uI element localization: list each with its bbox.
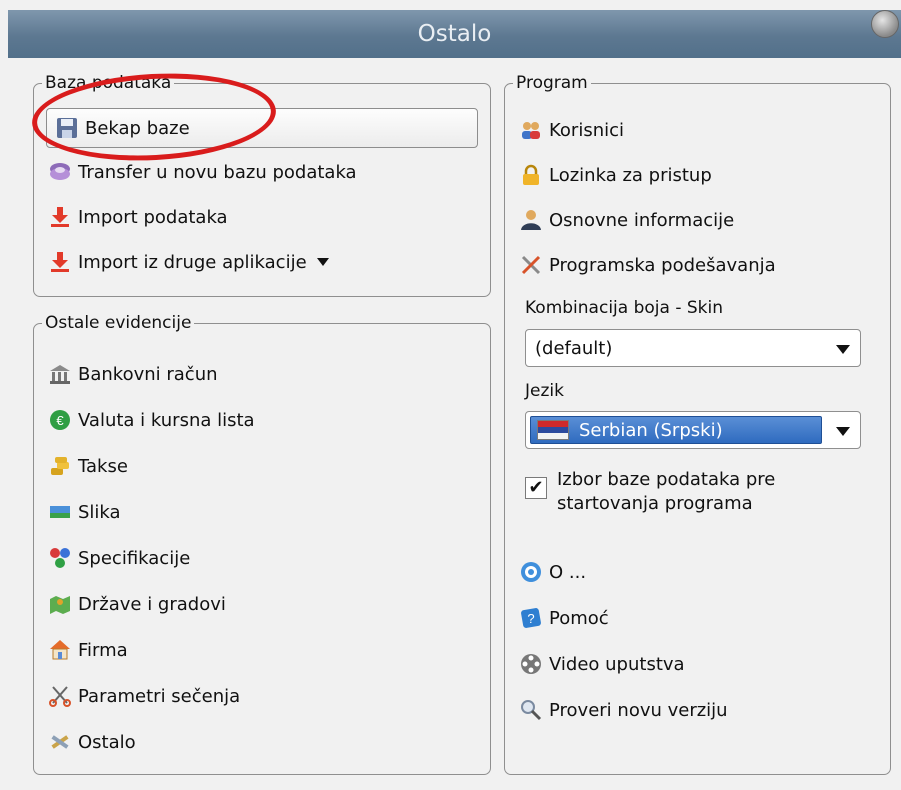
osnovne-informacije-button[interactable]: Osnovne informacije bbox=[519, 201, 734, 239]
video-uputstva-button[interactable]: Video uputstva bbox=[519, 645, 685, 683]
skin-value: (default) bbox=[535, 337, 613, 359]
specifikacije-button[interactable]: Specifikacije bbox=[48, 539, 190, 577]
window-title: Ostalo bbox=[417, 21, 492, 47]
proveri-verziju-button[interactable]: Proveri novu verziju bbox=[519, 691, 728, 729]
language-label: Jezik bbox=[525, 381, 564, 401]
specifications-icon bbox=[48, 546, 72, 570]
group-legend: Program bbox=[516, 73, 588, 93]
slika-button[interactable]: Slika bbox=[48, 493, 121, 531]
startup-db-choice-option[interactable]: ✔ Izbor baze podataka pre startovanja pr… bbox=[525, 468, 775, 516]
item-label: Specifikacije bbox=[78, 547, 191, 569]
checkbox-label-line-1: Izbor baze podataka pre bbox=[557, 469, 776, 490]
drzave-gradovi-button[interactable]: Države i gradovi bbox=[48, 585, 226, 623]
chevron-down-icon bbox=[836, 427, 850, 436]
svg-text:€: € bbox=[56, 413, 64, 428]
item-label: Proveri novu verziju bbox=[549, 699, 728, 721]
item-label: Transfer u novu bazu podataka bbox=[78, 161, 357, 183]
film-reel-icon bbox=[519, 652, 543, 676]
checkbox-label: Izbor baze podataka pre startovanja prog… bbox=[557, 468, 775, 516]
import-arrow-icon bbox=[48, 250, 72, 274]
person-icon bbox=[519, 208, 543, 232]
transfer-button[interactable]: Transfer u novu bazu podataka bbox=[48, 153, 357, 191]
scissors-icon bbox=[48, 684, 72, 708]
import-podataka-button[interactable]: Import podataka bbox=[48, 198, 228, 236]
language-select[interactable]: Serbian (Srpski) bbox=[525, 411, 861, 449]
item-label: Pomoć bbox=[549, 607, 609, 629]
wrench-screwdriver-icon bbox=[519, 253, 543, 277]
currency-icon: € bbox=[48, 408, 72, 432]
close-icon[interactable] bbox=[871, 10, 899, 38]
item-label: Osnovne informacije bbox=[549, 209, 735, 231]
item-label: Slika bbox=[78, 501, 121, 523]
group-program: Program Korisnici Lozinka za pristup Osn… bbox=[504, 73, 891, 775]
lozinka-button[interactable]: Lozinka za pristup bbox=[519, 156, 712, 194]
item-label: Države i gradovi bbox=[78, 593, 226, 615]
startup-db-checkbox[interactable]: ✔ bbox=[525, 477, 547, 499]
korisnici-button[interactable]: Korisnici bbox=[519, 111, 624, 149]
coins-icon bbox=[48, 454, 72, 478]
firma-button[interactable]: Firma bbox=[48, 631, 128, 669]
item-label: Korisnici bbox=[549, 119, 625, 141]
parametri-secenja-button[interactable]: Parametri sečenja bbox=[48, 677, 240, 715]
item-label: Valuta i kursna lista bbox=[78, 409, 255, 431]
svg-text:?: ? bbox=[527, 611, 534, 626]
skin-label: Kombinacija boja - Skin bbox=[525, 298, 723, 318]
item-label: Ostalo bbox=[78, 731, 136, 753]
skin-select[interactable]: (default) bbox=[525, 329, 861, 367]
item-label: O ... bbox=[549, 561, 587, 583]
about-button[interactable]: O ... bbox=[519, 553, 586, 591]
title-bar: Ostalo bbox=[8, 10, 901, 58]
item-label: Import podataka bbox=[78, 206, 228, 228]
house-icon bbox=[48, 638, 72, 662]
item-label: Programska podešavanja bbox=[549, 254, 776, 276]
language-value: Serbian (Srpski) bbox=[579, 419, 723, 441]
item-label: Parametri sečenja bbox=[78, 685, 241, 707]
group-ostale-evidencije: Ostale evidencije Bankovni račun € Valut… bbox=[33, 313, 491, 775]
item-label: Video uputstva bbox=[549, 653, 685, 675]
group-legend: Ostale evidencije bbox=[45, 313, 192, 333]
help-book-icon: ? bbox=[519, 606, 543, 630]
chevron-down-icon[interactable] bbox=[316, 258, 329, 266]
programska-podesavanja-button[interactable]: Programska podešavanja bbox=[519, 246, 776, 284]
chevron-down-icon bbox=[836, 345, 850, 354]
lock-icon bbox=[519, 163, 543, 187]
item-label: Firma bbox=[78, 639, 128, 661]
info-circle-icon bbox=[519, 560, 543, 584]
bank-icon bbox=[48, 362, 72, 386]
magnifier-icon bbox=[519, 698, 543, 722]
import-aplikacija-button[interactable]: Import iz druge aplikacije bbox=[48, 243, 329, 281]
database-transfer-icon bbox=[48, 160, 72, 184]
dialog-body: Baza podataka Bekap baze Transfer u novu… bbox=[8, 58, 901, 786]
window: Ostalo Baza podataka Bekap baze Transfer… bbox=[0, 0, 901, 790]
tools-icon bbox=[48, 730, 72, 754]
users-icon bbox=[519, 118, 543, 142]
import-arrow-icon bbox=[48, 205, 72, 229]
pomoc-button[interactable]: ? Pomoć bbox=[519, 599, 609, 637]
serbian-flag-icon bbox=[537, 420, 569, 440]
takse-button[interactable]: Takse bbox=[48, 447, 128, 485]
item-label: Takse bbox=[78, 455, 128, 477]
item-label: Bankovni račun bbox=[78, 363, 218, 385]
bankovni-racun-button[interactable]: Bankovni račun bbox=[48, 355, 218, 393]
ostalo-button[interactable]: Ostalo bbox=[48, 723, 136, 761]
map-icon bbox=[48, 592, 72, 616]
checkbox-label-line-2: startovanja programa bbox=[557, 493, 753, 514]
language-selected-item: Serbian (Srpski) bbox=[530, 416, 822, 444]
valuta-button[interactable]: € Valuta i kursna lista bbox=[48, 401, 255, 439]
item-label: Lozinka za pristup bbox=[549, 164, 712, 186]
image-icon bbox=[48, 500, 72, 524]
item-label: Import iz druge aplikacije bbox=[78, 251, 307, 273]
